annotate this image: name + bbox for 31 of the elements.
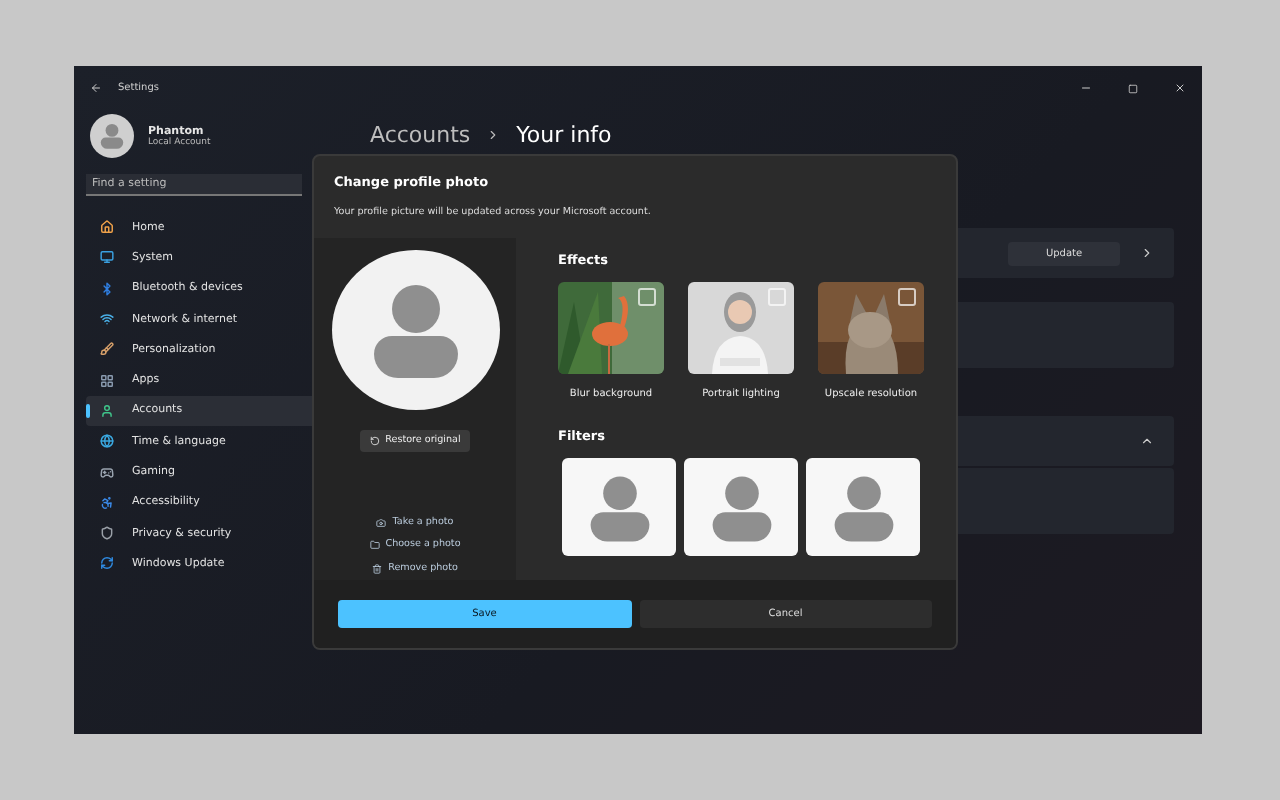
network-icon — [100, 312, 114, 327]
maximize-icon[interactable] — [1128, 83, 1138, 93]
page-title: Your info — [516, 122, 612, 148]
chevron-icon[interactable] — [1140, 246, 1154, 260]
home-icon — [100, 220, 114, 235]
filter-tile[interactable] — [684, 458, 798, 556]
trash-icon — [372, 563, 383, 574]
gaming-icon — [100, 465, 114, 480]
filter-tile[interactable] — [806, 458, 920, 556]
checkbox[interactable] — [638, 288, 656, 306]
effect-thumbnail[interactable] — [558, 282, 664, 374]
camera-icon — [376, 517, 387, 528]
chevron-icon — [486, 128, 501, 142]
bluetooth-icon — [100, 281, 114, 296]
effect-thumbnail[interactable] — [688, 282, 794, 374]
chevron-up-icon[interactable] — [1140, 434, 1154, 448]
checkbox[interactable] — [898, 288, 916, 306]
accounts-icon — [100, 403, 114, 418]
filter-tile[interactable] — [562, 458, 676, 556]
breadcrumb-link[interactable]: Accounts — [370, 122, 471, 148]
brush-icon — [100, 342, 114, 357]
accessibility-icon — [100, 495, 114, 510]
folder-icon — [369, 540, 380, 551]
close-icon[interactable] — [1174, 82, 1186, 94]
back-icon[interactable] — [90, 82, 102, 94]
restore-icon — [369, 435, 380, 446]
apps-icon — [100, 373, 114, 388]
update-icon — [100, 556, 114, 571]
effect-thumbnail[interactable] — [818, 282, 924, 374]
minimize-icon[interactable] — [1080, 82, 1092, 94]
checkbox[interactable] — [768, 288, 786, 306]
